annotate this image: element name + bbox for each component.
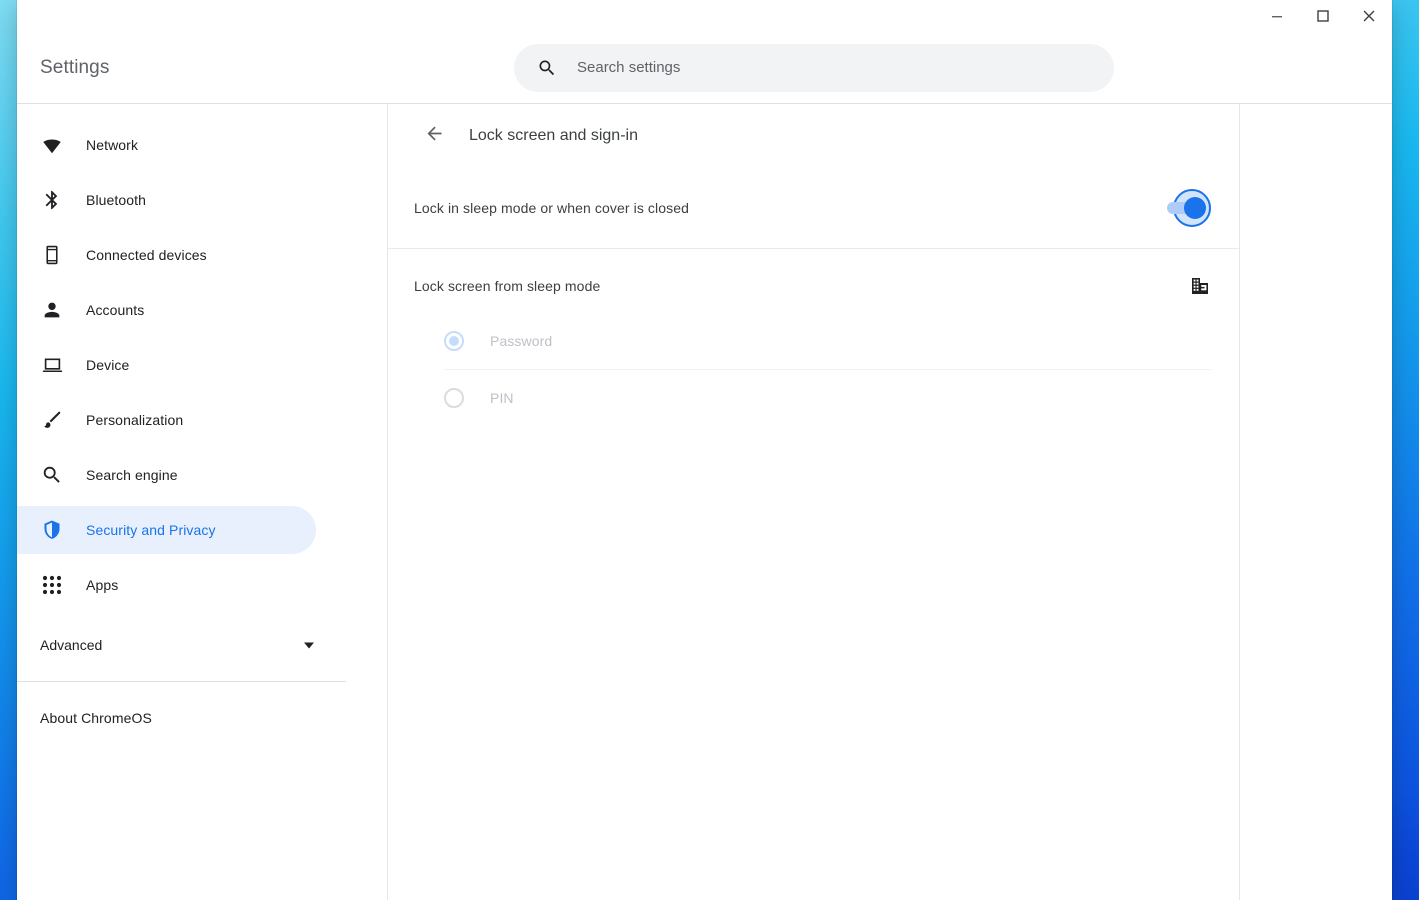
sidebar-item-bluetooth[interactable]: Bluetooth [17,176,316,224]
search-bar[interactable] [514,43,1114,92]
lock-screen-section-title: Lock screen from sleep mode [414,278,601,294]
chevron-down-icon [302,638,316,652]
sidebar-item-advanced[interactable]: Advanced [17,621,316,669]
sidebar-item-label: Security and Privacy [86,522,216,538]
sidebar-item-device[interactable]: Device [17,341,316,389]
sidebar-item-label: Network [86,137,139,153]
settings-header: Settings [17,32,1392,104]
shield-icon [40,518,64,542]
maximize-button[interactable] [1300,0,1346,32]
sidebar-item-search-engine[interactable]: Search engine [17,451,316,499]
sidebar-item-label: Device [86,357,130,373]
sidebar-item-connected-devices[interactable]: Connected devices [17,231,316,279]
sidebar-item-label: Apps [86,577,119,593]
window-controls [1254,0,1392,32]
minimize-button[interactable] [1254,0,1300,32]
window-body: Network Bluetooth Connected devices Acco… [17,104,1392,900]
sidebar-item-label: Search engine [86,467,178,483]
radio-option-password[interactable]: Password [444,313,1211,369]
sidebar-item-label: Connected devices [86,247,207,263]
lock-in-sleep-mode-row[interactable]: Lock in sleep mode or when cover is clos… [388,168,1239,248]
lock-screen-section-header: Lock screen from sleep mode [388,249,1239,303]
close-button[interactable] [1346,0,1392,32]
brush-icon [40,408,64,432]
lock-screen-radio-group[interactable]: Password PIN [388,303,1239,425]
sidebar-item-about-chromeos[interactable]: About ChromeOS [17,694,316,742]
magnifier-icon [40,463,64,487]
sidebar-divider [17,681,346,682]
sidebar-item-personalization[interactable]: Personalization [17,396,316,444]
sidebar-navigation: Network Bluetooth Connected devices Acco… [17,104,388,900]
window-caption-bar [17,0,1392,32]
sidebar-item-security-and-privacy[interactable]: Security and Privacy [17,506,316,554]
back-button[interactable] [416,118,452,154]
radio-indicator-checked [444,331,464,351]
search-input[interactable] [577,59,1096,76]
radio-indicator-unchecked [444,387,464,408]
bluetooth-icon [40,188,64,212]
page-header: Lock screen and sign-in [388,104,1239,168]
radio-option-label: Password [490,333,553,349]
advanced-label: Advanced [40,637,103,653]
page-title: Lock screen and sign-in [469,127,638,144]
lock-in-sleep-mode-label: Lock in sleep mode or when cover is clos… [414,200,690,216]
close-icon [1363,10,1375,22]
lock-in-sleep-mode-toggle[interactable] [1159,186,1211,230]
wifi-icon [40,133,64,157]
settings-window: Settings Network Blue [17,0,1392,900]
sidebar-item-label: About ChromeOS [40,710,152,726]
phone-icon [40,243,64,267]
arrow-back-icon [424,123,445,149]
toggle-knob [1184,197,1206,219]
radio-option-label: PIN [490,389,514,406]
content-area: Lock screen and sign-in Lock in sleep mo… [388,104,1392,900]
settings-detail-panel: Lock screen and sign-in Lock in sleep mo… [388,104,1240,900]
content-right-filler [1240,104,1392,900]
laptop-icon [40,353,64,377]
sidebar-item-apps[interactable]: Apps [17,561,316,609]
person-icon [40,298,64,322]
sidebar-item-network[interactable]: Network [17,121,316,169]
sidebar-item-label: Bluetooth [86,192,147,208]
maximize-icon [1317,10,1329,22]
sidebar-item-label: Accounts [86,302,145,318]
sidebar-item-accounts[interactable]: Accounts [17,286,316,334]
search-icon [537,56,561,80]
sidebar-item-label: Personalization [86,412,184,428]
apps-grid-icon [40,573,64,597]
enterprise-building-icon [1189,275,1211,297]
minimize-icon [1272,16,1282,18]
radio-option-pin[interactable]: PIN [444,369,1211,425]
app-title: Settings [40,56,110,78]
